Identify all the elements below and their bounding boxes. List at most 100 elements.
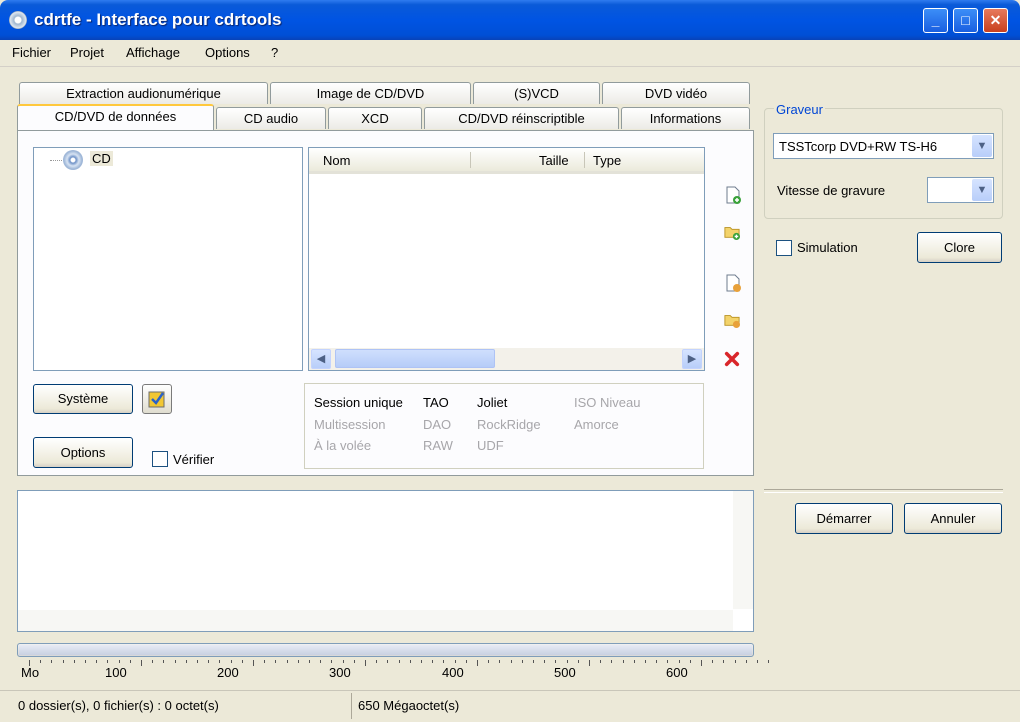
option-iso-niveau: ISO Niveau <box>574 395 641 410</box>
scroll-left-button[interactable]: ◀ <box>311 349 331 369</box>
annuler-button[interactable]: Annuler <box>904 503 1002 534</box>
ruler-tick <box>163 660 165 663</box>
demarrer-button[interactable]: Démarrer <box>795 503 893 534</box>
systeme-button[interactable]: Système <box>33 384 133 414</box>
delete-icon[interactable] <box>724 350 740 368</box>
speed-select[interactable]: ▼ <box>927 177 994 203</box>
ruler-tick <box>29 660 30 666</box>
ruler-tick <box>286 660 288 663</box>
maximize-button[interactable]: □ <box>953 8 978 33</box>
option-tao: TAO <box>423 395 449 410</box>
ruler-tick <box>443 660 445 663</box>
ruler-label: 200 <box>217 665 239 680</box>
ruler-tick <box>129 660 131 663</box>
tab-cd-dvd-donnees[interactable]: CD/DVD de données <box>17 104 214 130</box>
ruler-label: 400 <box>442 665 464 680</box>
menu-options[interactable]: Options <box>205 45 250 60</box>
column-separator[interactable] <box>470 152 471 168</box>
speed-label: Vitesse de gravure <box>777 183 886 198</box>
tab-svcd[interactable]: (S)VCD <box>473 82 600 104</box>
ruler-tick <box>488 660 490 663</box>
file-list[interactable] <box>308 147 705 371</box>
graveur-select[interactable]: TSSTcorp DVD+RW TS-H6 ▼ <box>773 133 994 159</box>
tab-xcd[interactable]: XCD <box>328 107 422 129</box>
ruler-tick <box>421 660 422 663</box>
tab-cd-dvd-reinscriptible[interactable]: CD/DVD réinscriptible <box>424 107 619 129</box>
column-nom[interactable]: Nom <box>323 153 350 168</box>
ruler-tick <box>510 660 512 663</box>
ruler-tick <box>611 660 613 663</box>
scroll-right-button[interactable]: ▶ <box>682 349 702 369</box>
status-files: 0 dossier(s), 0 fichier(s) : 0 octet(s) <box>18 698 219 713</box>
add-file-icon[interactable] <box>725 186 741 204</box>
ruler-tick <box>454 660 456 663</box>
scroll-thumb[interactable] <box>335 349 495 368</box>
ruler-tick <box>85 660 86 663</box>
add-folder-icon[interactable] <box>724 223 740 241</box>
vertical-scrollbar[interactable] <box>733 491 753 609</box>
ruler-tick <box>107 660 109 663</box>
remove-folder-icon[interactable] <box>724 311 740 329</box>
ruler-tick <box>600 660 602 663</box>
clore-button[interactable]: Clore <box>917 232 1002 263</box>
simulation-checkbox[interactable] <box>776 240 792 256</box>
remove-file-icon[interactable] <box>725 274 741 292</box>
tree-connector <box>50 160 62 161</box>
ruler-tick <box>387 660 389 663</box>
menu-projet[interactable]: Projet <box>70 45 104 60</box>
tree-root-cd[interactable]: CD <box>90 151 113 166</box>
ruler-tick <box>734 660 736 663</box>
menu-fichier[interactable]: Fichier <box>12 45 51 60</box>
menu-affichage[interactable]: Affichage <box>126 45 180 60</box>
column-separator[interactable] <box>584 152 585 168</box>
ruler-tick <box>689 660 691 663</box>
ruler-tick <box>253 660 254 666</box>
cd-app-icon[interactable] <box>9 11 27 29</box>
ruler-tick <box>477 660 478 666</box>
log-horizontal-scrollbar[interactable] <box>18 610 733 631</box>
tab-informations[interactable]: Informations <box>621 107 750 129</box>
folder-tree[interactable] <box>33 147 303 371</box>
ruler-label: 600 <box>666 665 688 680</box>
ruler-tick <box>656 660 658 663</box>
ruler-tick <box>174 660 176 663</box>
options-button[interactable]: Options <box>33 437 133 468</box>
option-multisession: Multisession <box>314 417 386 432</box>
tab-cd-audio[interactable]: CD audio <box>216 107 326 129</box>
tab-dvd-video[interactable]: DVD vidéo <box>602 82 750 104</box>
check-tool-button[interactable] <box>142 384 172 414</box>
column-taille[interactable]: Taille <box>539 153 569 168</box>
list-header: Nom Taille Type <box>309 148 704 174</box>
ruler-tick <box>633 660 635 663</box>
verifier-label: Vérifier <box>173 452 215 467</box>
minimize-button[interactable]: _ <box>923 8 948 33</box>
cd-tree-icon <box>63 150 83 170</box>
option-udf: UDF <box>477 438 504 453</box>
ruler-tick <box>712 660 714 663</box>
ruler-tick <box>73 660 75 663</box>
status-separator <box>351 693 352 719</box>
ruler-tick <box>465 660 467 663</box>
close-icon: ✕ <box>989 12 1002 28</box>
chevron-down-icon[interactable]: ▼ <box>972 179 992 201</box>
ruler-tick <box>275 660 277 663</box>
tab-image-cd-dvd[interactable]: Image de CD/DVD <box>270 82 471 104</box>
ruler-unit: Mo <box>21 665 40 680</box>
graveur-legend: Graveur <box>774 102 825 117</box>
ruler-tick <box>40 660 42 663</box>
chevron-down-icon[interactable]: ▼ <box>972 135 992 157</box>
column-type[interactable]: Type <box>593 153 621 168</box>
ruler-tick <box>241 660 243 663</box>
ruler-tick <box>757 660 758 663</box>
status-bar: 0 dossier(s), 0 fichier(s) : 0 octet(s) … <box>0 690 1020 722</box>
ruler-tick <box>745 660 747 663</box>
ruler-tick <box>521 660 523 663</box>
verifier-checkbox[interactable] <box>152 451 168 467</box>
tab-extraction-audio[interactable]: Extraction audionumérique <box>19 82 268 104</box>
menu-help[interactable]: ? <box>271 45 278 60</box>
ruler-tick <box>118 660 120 663</box>
close-button[interactable]: ✕ <box>983 8 1008 33</box>
log-output[interactable] <box>17 490 754 632</box>
check-tool-icon <box>148 391 165 408</box>
ruler-tick <box>589 660 590 666</box>
